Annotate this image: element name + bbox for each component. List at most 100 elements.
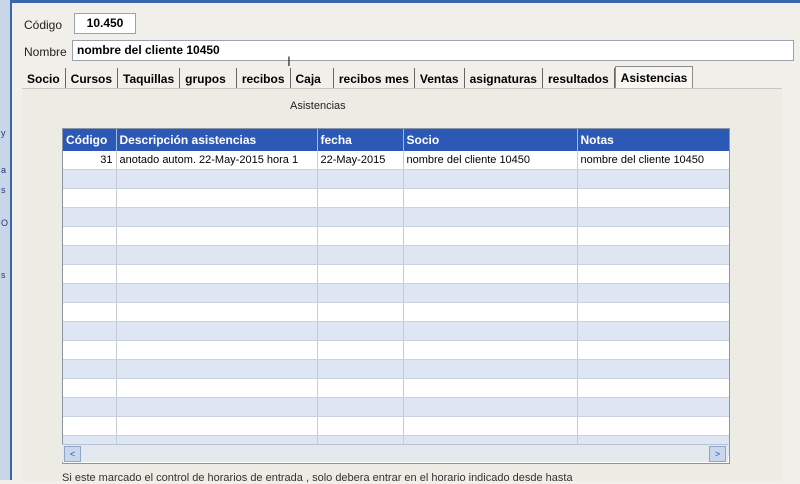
empty-cell[interactable] [403, 321, 578, 341]
tab-asignaturas[interactable]: asignaturas [465, 68, 543, 88]
empty-cell[interactable] [577, 245, 729, 265]
empty-cell[interactable] [317, 188, 404, 208]
empty-cell[interactable] [116, 321, 318, 341]
column-header-fecha[interactable]: fecha [317, 129, 404, 151]
empty-cell[interactable] [317, 359, 404, 379]
asistencias-grid[interactable]: Código Descripción asistencias fecha Soc… [62, 128, 730, 464]
empty-table-row[interactable] [63, 245, 729, 265]
empty-table-row[interactable] [63, 397, 729, 417]
empty-cell[interactable] [317, 416, 404, 436]
empty-cell[interactable] [577, 340, 729, 360]
empty-table-row[interactable] [63, 207, 729, 227]
empty-cell[interactable] [403, 397, 578, 417]
empty-cell[interactable] [577, 321, 729, 341]
empty-cell[interactable] [403, 302, 578, 322]
empty-table-row[interactable] [63, 321, 729, 341]
empty-cell[interactable] [63, 169, 117, 189]
empty-cell[interactable] [403, 283, 578, 303]
table-row[interactable]: 31 anotado autom. 22-May-2015 hora 1 22-… [63, 151, 729, 170]
empty-cell[interactable] [317, 397, 404, 417]
empty-cell[interactable] [63, 283, 117, 303]
empty-cell[interactable] [577, 207, 729, 227]
empty-cell[interactable] [116, 245, 318, 265]
tab-ventas[interactable]: Ventas [415, 68, 465, 88]
cell-codigo[interactable]: 31 [63, 151, 117, 170]
empty-cell[interactable] [63, 245, 117, 265]
tab-recibos-mes[interactable]: recibos mes [334, 68, 415, 88]
scroll-right-icon[interactable]: > [709, 446, 726, 462]
empty-cell[interactable] [577, 397, 729, 417]
tab-socio[interactable]: Socio [22, 68, 66, 88]
empty-cell[interactable] [577, 169, 729, 189]
empty-cell[interactable] [63, 264, 117, 284]
empty-cell[interactable] [577, 188, 729, 208]
column-header-notas[interactable]: Notas [577, 129, 729, 151]
empty-cell[interactable] [116, 226, 318, 246]
tab-cursos[interactable]: Cursos [66, 68, 119, 88]
tab-caja[interactable]: Caja [291, 68, 334, 88]
column-header-descripcion[interactable]: Descripción asistencias [116, 129, 318, 151]
nombre-field[interactable]: nombre del cliente 10450 [72, 40, 794, 61]
empty-cell[interactable] [577, 226, 729, 246]
empty-table-row[interactable] [63, 302, 729, 322]
tab-asistencias[interactable]: Asistencias [614, 66, 694, 89]
empty-cell[interactable] [116, 378, 318, 398]
empty-cell[interactable] [403, 226, 578, 246]
empty-table-row[interactable] [63, 378, 729, 398]
empty-cell[interactable] [63, 302, 117, 322]
empty-cell[interactable] [403, 340, 578, 360]
empty-cell[interactable] [317, 245, 404, 265]
empty-cell[interactable] [63, 321, 117, 341]
codigo-field[interactable]: 10.450 [74, 13, 136, 34]
horizontal-scrollbar[interactable]: < > [62, 444, 728, 462]
tab-grupos[interactable]: grupos [180, 68, 237, 88]
empty-cell[interactable] [317, 207, 404, 227]
empty-table-row[interactable] [63, 226, 729, 246]
empty-cell[interactable] [63, 378, 117, 398]
column-header-socio[interactable]: Socio [403, 129, 578, 151]
empty-cell[interactable] [403, 169, 578, 189]
empty-cell[interactable] [63, 416, 117, 436]
cell-descripcion[interactable]: anotado autom. 22-May-2015 hora 1 [116, 151, 318, 170]
empty-cell[interactable] [403, 378, 578, 398]
empty-cell[interactable] [577, 283, 729, 303]
empty-cell[interactable] [317, 302, 404, 322]
empty-cell[interactable] [317, 340, 404, 360]
empty-cell[interactable] [116, 207, 318, 227]
cell-notas[interactable]: nombre del cliente 10450 [577, 151, 729, 170]
cell-fecha[interactable]: 22-May-2015 [317, 151, 404, 170]
empty-cell[interactable] [317, 321, 404, 341]
scroll-left-icon[interactable]: < [64, 446, 81, 462]
empty-table-row[interactable] [63, 169, 729, 189]
empty-cell[interactable] [403, 359, 578, 379]
empty-cell[interactable] [116, 283, 318, 303]
empty-cell[interactable] [116, 264, 318, 284]
empty-table-row[interactable] [63, 340, 729, 360]
tab-recibos[interactable]: recibos [237, 68, 291, 88]
empty-cell[interactable] [63, 397, 117, 417]
empty-cell[interactable] [116, 169, 318, 189]
empty-cell[interactable] [116, 302, 318, 322]
empty-cell[interactable] [63, 359, 117, 379]
empty-table-row[interactable] [63, 188, 729, 208]
cell-socio[interactable]: nombre del cliente 10450 [403, 151, 578, 170]
empty-cell[interactable] [403, 207, 578, 227]
empty-cell[interactable] [63, 188, 117, 208]
empty-cell[interactable] [116, 397, 318, 417]
empty-cell[interactable] [317, 169, 404, 189]
empty-cell[interactable] [63, 207, 117, 227]
empty-cell[interactable] [577, 264, 729, 284]
empty-cell[interactable] [317, 378, 404, 398]
tab-taquillas[interactable]: Taquillas [118, 68, 181, 88]
empty-table-row[interactable] [63, 283, 729, 303]
empty-table-row[interactable] [63, 359, 729, 379]
empty-cell[interactable] [577, 302, 729, 322]
empty-cell[interactable] [403, 245, 578, 265]
empty-cell[interactable] [116, 359, 318, 379]
empty-cell[interactable] [403, 188, 578, 208]
empty-cell[interactable] [63, 340, 117, 360]
empty-cell[interactable] [116, 416, 318, 436]
tab-resultados[interactable]: resultados [543, 68, 615, 88]
empty-cell[interactable] [116, 340, 318, 360]
empty-cell[interactable] [577, 378, 729, 398]
